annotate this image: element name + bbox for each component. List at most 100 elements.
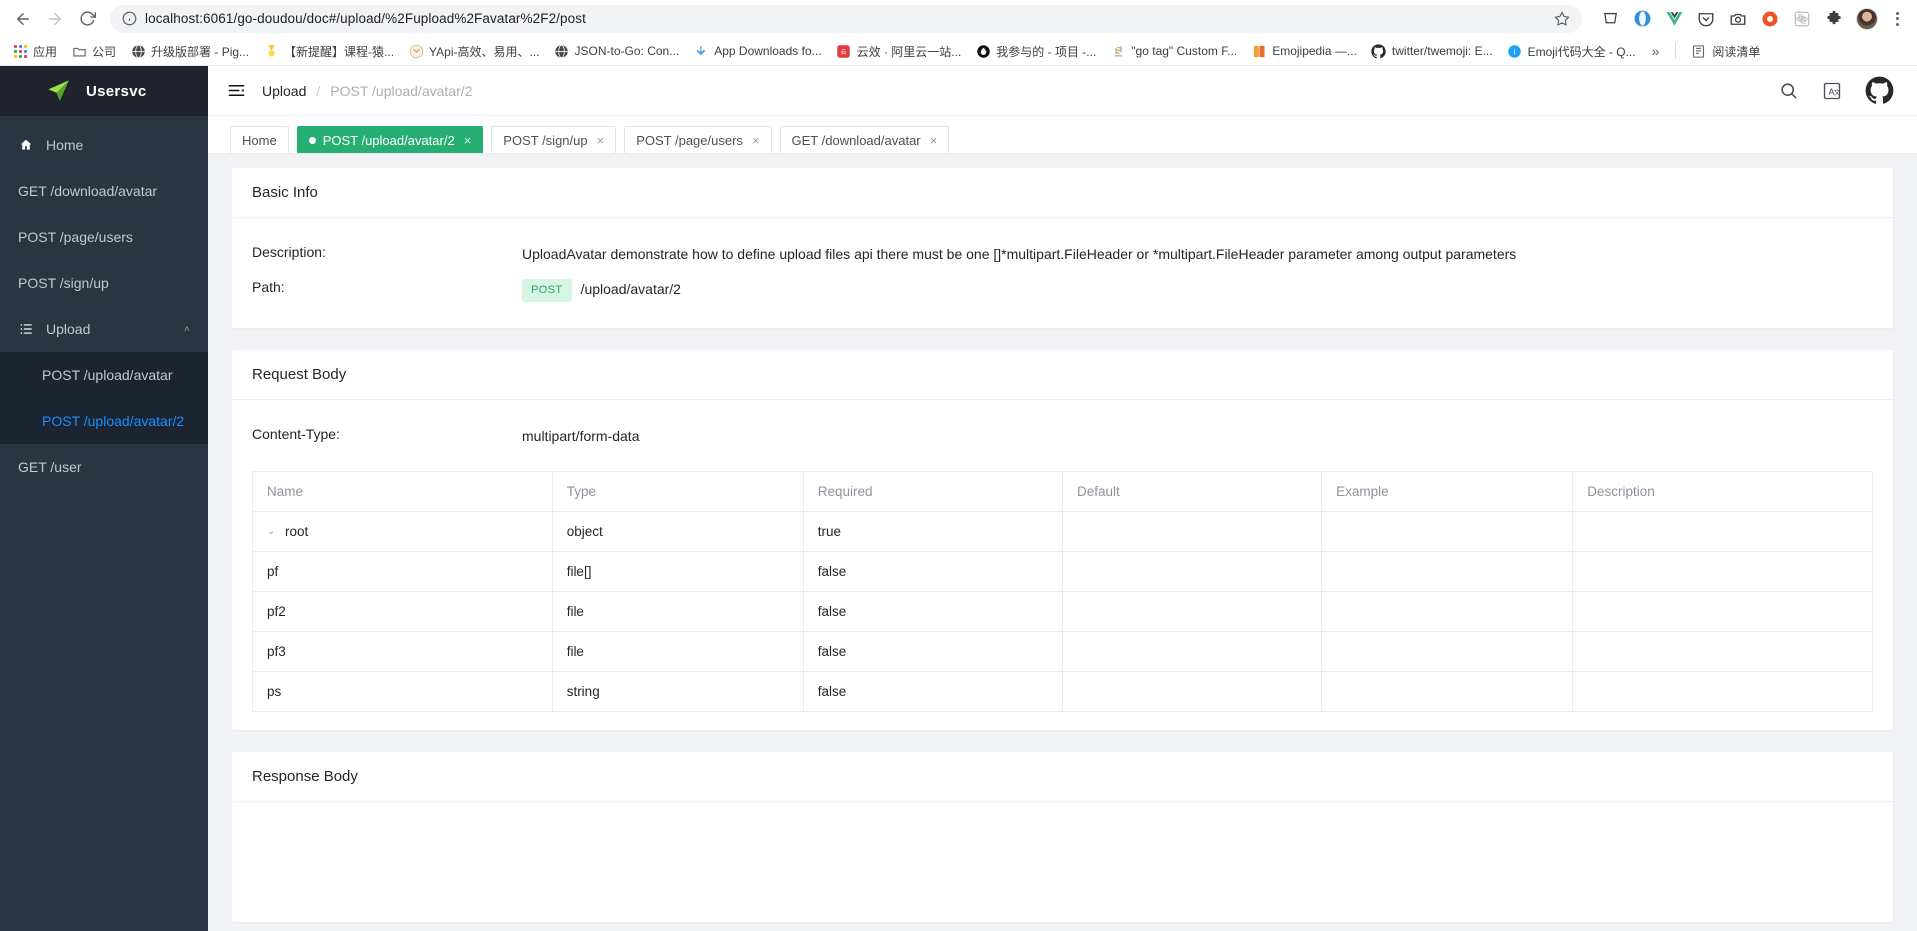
tab-label: Home [242, 132, 277, 148]
extension-opera-icon[interactable] [1632, 9, 1652, 29]
bookmark-item[interactable]: 【新提醒】课程-猿... [257, 40, 400, 63]
request-params-table: Name Type Required Default Example Descr… [252, 470, 1873, 712]
bookmark-label: Emojipedia —... [1272, 44, 1357, 58]
cell-name: pf2 [252, 590, 553, 632]
sidebar-item-label: POST /page/users [18, 229, 133, 245]
back-arrow-icon[interactable] [8, 4, 38, 34]
extension-puzzle-icon[interactable] [1824, 9, 1844, 29]
table-row[interactable]: pf3 file false [252, 630, 1873, 672]
sidebar-item-post-upload-avatar-2[interactable]: POST /upload/avatar/2 [0, 398, 208, 444]
topbar-actions: A文 [1777, 76, 1895, 106]
extension-vue-icon[interactable] [1664, 9, 1684, 29]
app-topbar: Upload / POST /upload/avatar/2 A文 [208, 66, 1917, 116]
app-sidebar: Usersvc Home GET /download/avatar POST /… [0, 66, 208, 931]
response-body-body [232, 802, 1893, 922]
drop-icon [975, 43, 991, 59]
bookmark-item[interactable]: 公司 [65, 40, 122, 63]
sidebar-item-home[interactable]: Home [0, 122, 208, 168]
column-header-name: Name [252, 470, 553, 512]
table-row[interactable]: pf file[] false [252, 550, 1873, 592]
breadcrumb-current[interactable]: Upload [262, 83, 306, 99]
sidebar-item-get-download-avatar[interactable]: GET /download/avatar [0, 168, 208, 214]
stack-icon [1110, 43, 1126, 59]
tab-close-icon[interactable]: × [464, 133, 472, 148]
path-row: Path: POST/upload/avatar/2 [252, 273, 1873, 310]
cell-example [1321, 630, 1574, 672]
address-bar[interactable]: localhost:6061/go-doudou/doc#/upload/%2F… [110, 4, 1582, 33]
bookmark-item[interactable]: i Emoji代码大全 - Q... [1501, 40, 1642, 63]
reload-icon[interactable] [72, 4, 102, 34]
cell-description [1572, 670, 1873, 712]
sidebar-item-label: GET /download/avatar [18, 183, 158, 199]
bookmark-star-icon[interactable] [1554, 11, 1570, 27]
chrome-menu-kebab-icon[interactable] [1890, 11, 1905, 26]
table-row[interactable]: ⌄ root object true [252, 510, 1873, 552]
search-icon[interactable] [1777, 80, 1799, 102]
tab-post-page-users[interactable]: POST /page/users × [624, 126, 772, 153]
browser-toolbar: localhost:6061/go-doudou/doc#/upload/%2F… [0, 0, 1917, 37]
bookmark-item[interactable]: "go tag" Custom F... [1104, 40, 1243, 62]
sidebar-item-post-sign-up[interactable]: POST /sign/up [0, 260, 208, 306]
bookmark-item[interactable]: App Downloads fo... [687, 40, 827, 62]
tab-close-icon[interactable]: × [752, 133, 760, 148]
cell-default [1061, 550, 1323, 592]
app-brand[interactable]: Usersvc [0, 66, 208, 116]
description-value: UploadAvatar demonstrate how to define u… [522, 246, 1517, 262]
github-link-icon[interactable] [1865, 76, 1895, 106]
profile-avatar[interactable] [1856, 7, 1878, 30]
doc-tabstrip: Home POST /upload/avatar/2 × POST /sign/… [208, 116, 1917, 154]
bookmarks-overflow-button[interactable]: » [1644, 41, 1668, 61]
bookmark-item[interactable]: 云 云效 · 阿里云一站... [830, 40, 968, 63]
sidebar-item-post-upload-avatar[interactable]: POST /upload/avatar [0, 352, 208, 398]
bookmark-item[interactable]: 升级版部署 - Pig... [124, 40, 255, 63]
tab-close-icon[interactable]: × [597, 133, 605, 148]
extension-lifebuoy-icon[interactable] [1760, 9, 1780, 29]
cell-default [1061, 510, 1323, 552]
column-header-required: Required [802, 470, 1063, 512]
bookmark-item[interactable]: YApi-高效、易用、... [402, 40, 545, 63]
doc-content[interactable]: Basic Info Description: UploadAvatar dem… [208, 154, 1917, 931]
tab-close-icon[interactable]: × [930, 133, 938, 148]
tab-get-download-avatar[interactable]: GET /download/avatar × [779, 126, 950, 153]
chevron-down-icon[interactable]: ⌄ [267, 526, 277, 537]
tab-home[interactable]: Home [230, 126, 289, 153]
bookmark-apps[interactable]: 应用 [6, 40, 63, 63]
extension-camera-icon[interactable] [1728, 9, 1748, 29]
tab-label: POST /sign/up [503, 132, 588, 148]
table-row[interactable]: ps string false [252, 670, 1873, 712]
cell-example [1321, 510, 1574, 552]
bookmark-item[interactable]: JSON-to-Go: Con... [548, 40, 686, 62]
cell-type: object [551, 510, 804, 552]
sidebar-item-label: GET /user [18, 459, 82, 475]
home-icon [18, 138, 34, 152]
reading-list-button[interactable]: 阅读清单 [1684, 40, 1766, 63]
globe-icon [554, 43, 570, 59]
bookmark-item[interactable]: twitter/twemoji: E... [1365, 40, 1499, 62]
info-circle-icon[interactable] [122, 11, 137, 26]
cell-required: false [802, 550, 1063, 592]
forward-arrow-icon[interactable] [40, 4, 70, 34]
sidebar-group-upload[interactable]: Upload ˄ [0, 306, 208, 352]
table-header-row: Name Type Required Default Example Descr… [252, 470, 1873, 512]
sidebar-item-label: Upload [46, 321, 91, 337]
extension-pocket-icon[interactable] [1696, 9, 1716, 29]
table-header: Name Type Required Default Example Descr… [252, 470, 1873, 512]
tab-post-upload-avatar-2[interactable]: POST /upload/avatar/2 × [296, 126, 484, 153]
folder-icon [71, 43, 87, 59]
table-row[interactable]: pf2 file false [252, 590, 1873, 632]
extension-bucket-icon[interactable] [1600, 9, 1620, 29]
sidebar-item-label: POST /upload/avatar/2 [42, 413, 185, 429]
bookmark-item[interactable]: Emojipedia —... [1245, 40, 1363, 62]
translate-icon[interactable]: A文 [1821, 80, 1843, 102]
tab-post-sign-up[interactable]: POST /sign/up × [491, 126, 617, 153]
cell-type: file [551, 630, 804, 672]
content-type-value: multipart/form-data [522, 427, 640, 444]
extension-react-devtools-icon[interactable] [1792, 9, 1812, 29]
sidebar-item-post-page-users[interactable]: POST /page/users [0, 214, 208, 260]
svg-text:文: 文 [1834, 87, 1841, 96]
bookmark-label: YApi-高效、易用、... [429, 44, 540, 59]
bookmark-item[interactable]: 我参与的 - 项目 -... [969, 40, 1102, 63]
sidebar-item-get-user[interactable]: GET /user [0, 444, 208, 490]
extension-icons [1590, 7, 1909, 30]
menu-fold-icon[interactable] [226, 81, 246, 101]
